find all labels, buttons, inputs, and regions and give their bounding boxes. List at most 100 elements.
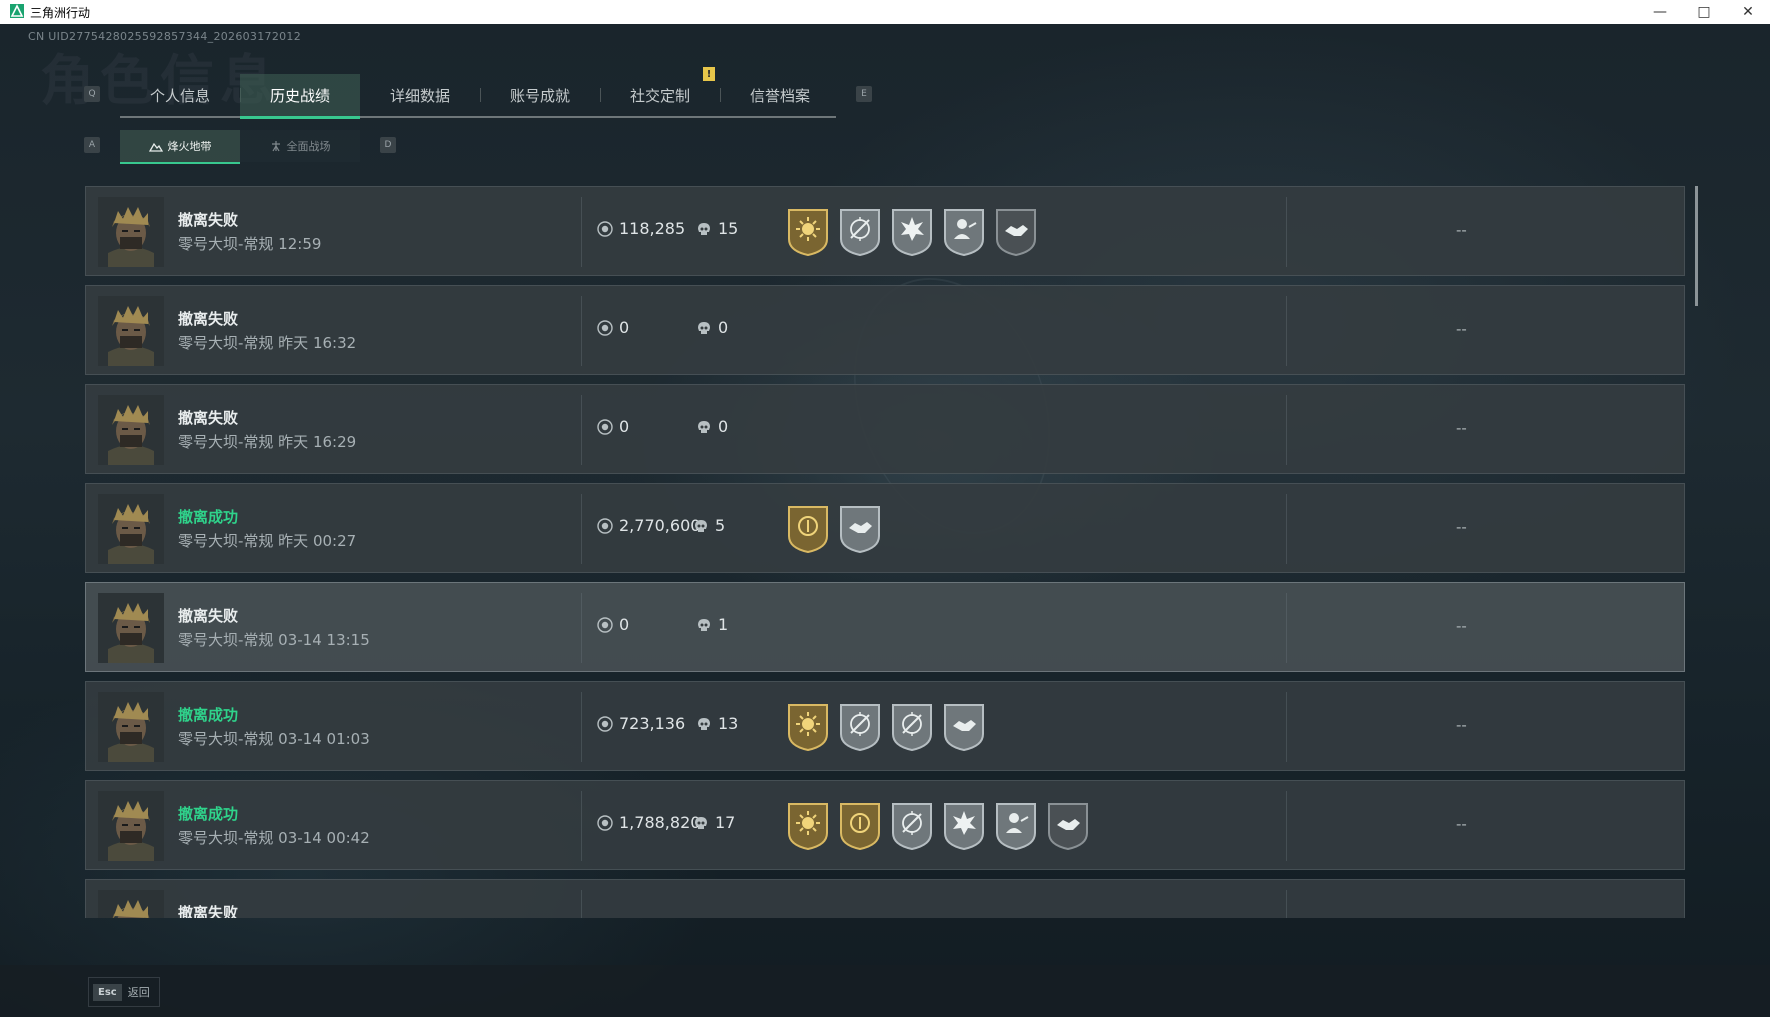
column-divider	[581, 197, 582, 267]
explosion-badge-icon[interactable]	[942, 801, 986, 851]
kill-text: 1	[718, 615, 729, 634]
value-icon	[597, 517, 613, 534]
extra-info: --	[1456, 815, 1467, 833]
map-and-time: 零号大坝-常规 03-14 01:03	[178, 730, 370, 748]
column-divider	[1286, 890, 1287, 918]
column-divider	[581, 890, 582, 918]
map-and-time: 零号大坝-常规 昨天 00:27	[178, 532, 357, 550]
sun-badge-icon[interactable]	[786, 702, 830, 752]
match-row[interactable]: 撤离失败 零号大坝-常规 03-14 13:15 0 1 --	[85, 582, 1685, 672]
operator-avatar	[98, 791, 164, 861]
handshake-badge-icon[interactable]	[942, 702, 986, 752]
kill-count: 0	[697, 417, 728, 436]
minimize-button[interactable]: —	[1638, 0, 1682, 24]
subtab-full-battlefield[interactable]: 全面战场	[240, 130, 360, 162]
soldier-badge-icon[interactable]	[942, 207, 986, 257]
extracted-value: 2,770,600	[597, 516, 700, 535]
notification-badge: !	[703, 67, 715, 81]
column-divider	[581, 296, 582, 366]
match-history-list[interactable]: 撤离失败 零号大坝-常规 12:59 118,285 15 -- 撤离失败 零号大坝-常规 …	[85, 186, 1685, 918]
handshake-badge-icon[interactable]	[1046, 801, 1090, 851]
operator-avatar	[98, 593, 164, 663]
column-divider	[581, 395, 582, 465]
crosshair-badge-icon[interactable]	[890, 702, 934, 752]
kill-text: 13	[718, 714, 739, 733]
tab-next-key-hint[interactable]: E	[856, 86, 872, 102]
skull-icon	[695, 519, 707, 532]
kill-count: 1	[697, 615, 728, 634]
operator-avatar	[98, 197, 164, 267]
match-row[interactable]: 撤离失败 零号大坝-常规 12:59 118,285 15 --	[85, 186, 1685, 276]
back-button[interactable]: Esc 返回	[88, 977, 160, 1007]
column-divider	[581, 494, 582, 564]
soldier-badge-icon[interactable]	[994, 801, 1038, 851]
column-divider	[1286, 791, 1287, 861]
sun-badge-icon[interactable]	[786, 801, 830, 851]
footer-bar	[0, 965, 1770, 1017]
scrollbar[interactable]	[1695, 186, 1698, 306]
skull-icon	[698, 321, 710, 334]
match-row[interactable]: 撤离失败	[85, 879, 1685, 918]
match-row[interactable]: 撤离成功 零号大坝-常规 03-14 00:42 1,788,820 17 --	[85, 780, 1685, 870]
match-row[interactable]: 撤离失败 零号大坝-常规 昨天 16:29 0 0 --	[85, 384, 1685, 474]
value-text: 0	[619, 318, 630, 337]
back-label: 返回	[127, 986, 150, 999]
kill-count: 17	[694, 813, 735, 832]
tab-credit-record[interactable]: 信誉档案	[720, 74, 840, 116]
subtab-prev-key-hint[interactable]: A	[84, 137, 100, 153]
operator-avatar	[98, 296, 164, 366]
mountain-icon	[148, 142, 163, 152]
subtab-label: 烽火地带	[167, 140, 212, 153]
map-and-time: 零号大坝-常规 昨天 16:32	[178, 334, 357, 352]
map-and-time: 零号大坝-常规 昨天 16:29	[178, 433, 357, 451]
subtab-hazard-zone[interactable]: 烽火地带	[120, 130, 240, 164]
tab-detailed-data[interactable]: 详细数据	[360, 74, 480, 116]
operator-avatar	[98, 395, 164, 465]
coin-badge-icon[interactable]	[838, 801, 882, 851]
tower-icon	[271, 141, 280, 152]
value-icon	[597, 715, 613, 732]
crosshair-badge-icon[interactable]	[890, 801, 934, 851]
column-divider	[581, 791, 582, 861]
operator-avatar	[98, 494, 164, 564]
extraction-result: 撤离成功	[178, 805, 239, 823]
column-divider	[1286, 593, 1287, 663]
value-text: 0	[619, 417, 630, 436]
extraction-result: 撤离失败	[178, 211, 239, 229]
extraction-result: 撤离失败	[178, 310, 239, 328]
skull-icon	[698, 717, 710, 730]
kill-count: 5	[694, 516, 725, 535]
map-and-time: 零号大坝-常规 03-14 13:15	[178, 631, 370, 649]
tab-prev-key-hint[interactable]: Q	[84, 86, 100, 102]
column-divider	[1286, 197, 1287, 267]
maximize-button[interactable]: □	[1682, 0, 1726, 24]
match-row[interactable]: 撤离成功 零号大坝-常规 03-14 01:03 723,136 13 --	[85, 681, 1685, 771]
close-button[interactable]: ✕	[1726, 0, 1770, 24]
coin-badge-icon[interactable]	[786, 504, 830, 554]
column-divider	[581, 692, 582, 762]
tab-personal-info[interactable]: 个人信息	[120, 74, 240, 116]
skull-icon	[698, 222, 710, 235]
app-logo-icon	[10, 4, 24, 18]
value-icon	[597, 220, 613, 237]
extracted-value: 0	[597, 318, 629, 337]
subtab-next-key-hint[interactable]: D	[380, 137, 396, 153]
explosion-badge-icon[interactable]	[890, 207, 934, 257]
match-row[interactable]: 撤离成功 零号大坝-常规 昨天 00:27 2,770,600 5 --	[85, 483, 1685, 573]
crosshair-badge-icon[interactable]	[838, 702, 882, 752]
operator-avatar	[98, 692, 164, 762]
tab-achievements[interactable]: 账号成就	[480, 74, 600, 116]
extraction-result: 撤离失败	[178, 904, 239, 918]
value-icon	[597, 814, 613, 831]
handshake-badge-icon[interactable]	[994, 207, 1038, 257]
tab-social-custom[interactable]: 社交定制	[600, 74, 720, 116]
kill-text: 17	[715, 813, 736, 832]
crosshair-badge-icon[interactable]	[838, 207, 882, 257]
sun-badge-icon[interactable]	[786, 207, 830, 257]
value-text: 118,285	[619, 219, 686, 238]
skull-icon	[698, 618, 710, 631]
skull-icon	[698, 420, 710, 433]
match-row[interactable]: 撤离失败 零号大坝-常规 昨天 16:32 0 0 --	[85, 285, 1685, 375]
tab-match-history[interactable]: 历史战绩	[240, 74, 360, 119]
handshake-badge-icon[interactable]	[838, 504, 882, 554]
